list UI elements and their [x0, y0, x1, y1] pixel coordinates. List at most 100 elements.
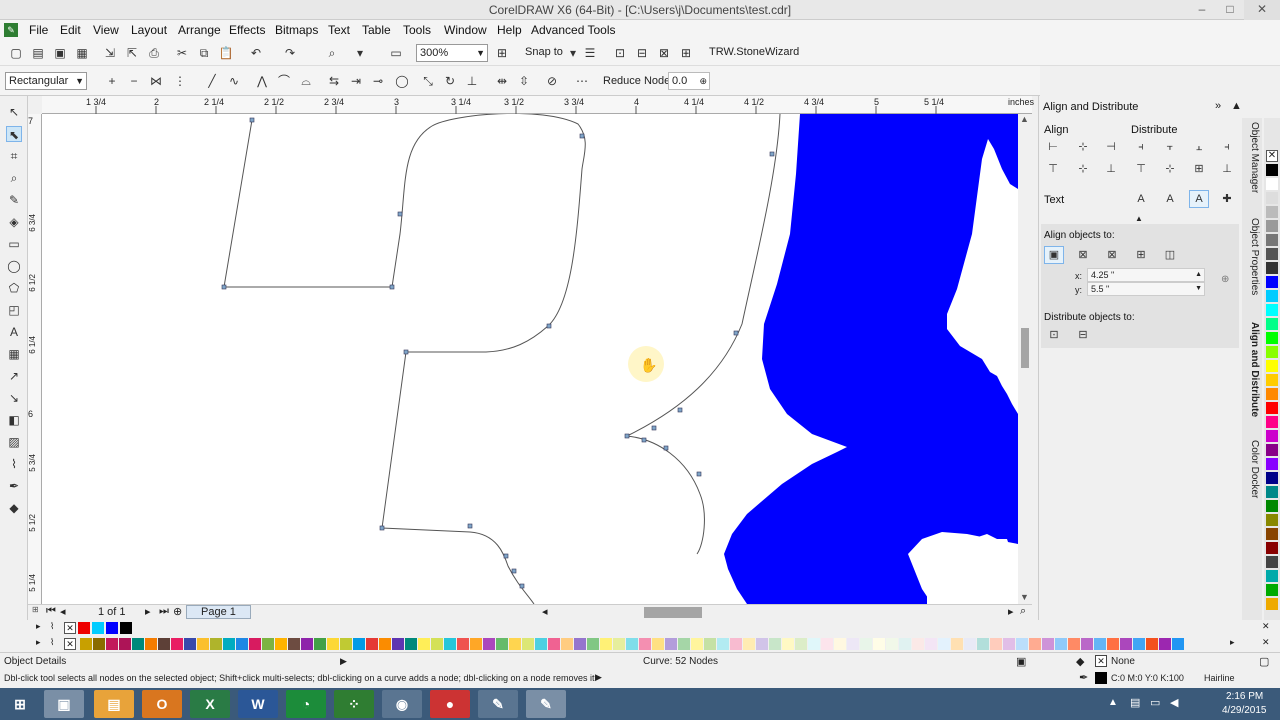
- text-last-baseline-icon[interactable]: A: [1160, 190, 1180, 208]
- effects-tool-icon[interactable]: ◧: [6, 412, 22, 428]
- smooth-node-icon[interactable]: ⌒: [276, 73, 292, 89]
- tab-object-properties[interactable]: Object Properties: [1244, 218, 1260, 295]
- curve-nodes[interactable]: [221, 117, 775, 589]
- color-swatch[interactable]: [78, 622, 90, 634]
- object-details-label[interactable]: Object Details: [4, 656, 66, 667]
- tab-align-and-distribute[interactable]: Align and Distribute: [1244, 322, 1260, 417]
- align-top-icon[interactable]: ⊤: [1043, 160, 1063, 178]
- plugin-icon-4[interactable]: ⊞: [678, 45, 694, 61]
- color-swatch[interactable]: [132, 638, 144, 650]
- x-coordinate-input[interactable]: 4.25 " ▲: [1087, 268, 1205, 282]
- color-swatch[interactable]: [743, 638, 755, 650]
- eyedropper-icon[interactable]: ⌇: [50, 637, 54, 648]
- color-swatch[interactable]: [288, 638, 300, 650]
- rectangle-tool-icon[interactable]: ▭: [6, 236, 22, 252]
- color-swatch[interactable]: [1029, 638, 1041, 650]
- align-bottom-icon[interactable]: ⊥: [1101, 160, 1121, 178]
- color-swatch[interactable]: [249, 638, 261, 650]
- cut-icon[interactable]: ✂: [174, 45, 190, 61]
- palette-arrow-icon[interactable]: ▸: [36, 621, 41, 632]
- fill-swatch[interactable]: ✕: [1095, 655, 1107, 667]
- color-swatch[interactable]: [717, 638, 729, 650]
- zoom-combo[interactable]: 300% ▼: [416, 44, 488, 62]
- align-nodes-icon[interactable]: ⊥: [464, 73, 480, 89]
- chevron-down-icon[interactable]: ▾: [565, 45, 581, 61]
- color-swatch[interactable]: [1266, 570, 1278, 582]
- hint-arrow-icon[interactable]: ▶: [595, 672, 602, 683]
- redo-icon[interactable]: ↷: [282, 45, 298, 61]
- dimension-tool-icon[interactable]: ↗: [6, 368, 22, 384]
- navigator-icon[interactable]: ⌕: [1020, 605, 1026, 618]
- volume-icon[interactable]: ◀: [1170, 696, 1178, 709]
- elastic-mode-icon[interactable]: ⊘: [544, 73, 560, 89]
- color-swatch[interactable]: [210, 638, 222, 650]
- undo-icon[interactable]: ↶: [248, 45, 264, 61]
- freehand-tool-icon[interactable]: ✎: [6, 192, 22, 208]
- color-swatch[interactable]: [990, 638, 1002, 650]
- text-outline-icon[interactable]: ✚: [1217, 190, 1237, 208]
- color-swatch[interactable]: [1172, 638, 1184, 650]
- menu-view[interactable]: View: [93, 23, 119, 37]
- color-swatch[interactable]: [1266, 276, 1278, 288]
- network-icon[interactable]: ▤: [1130, 696, 1140, 709]
- grid-icon[interactable]: ⊞: [1131, 246, 1151, 264]
- last-page-icon[interactable]: ⏭: [159, 605, 169, 618]
- next-page-icon[interactable]: ▸: [145, 605, 151, 618]
- color-swatch[interactable]: [1266, 500, 1278, 512]
- palette-scroll-right-icon[interactable]: ▸: [1230, 637, 1235, 648]
- menu-edit[interactable]: Edit: [60, 23, 81, 37]
- color-swatch[interactable]: [925, 638, 937, 650]
- reduce-nodes-button[interactable]: Reduce Nodes: [603, 75, 676, 87]
- drawing-surface[interactable]: ✋: [42, 114, 1018, 604]
- color-swatch[interactable]: [574, 638, 586, 650]
- color-swatch[interactable]: [1003, 638, 1015, 650]
- color-swatch[interactable]: [1266, 402, 1278, 414]
- battery-icon[interactable]: ▭: [1150, 696, 1160, 709]
- close-button[interactable]: ✕: [1244, 0, 1280, 20]
- horizontal-ruler[interactable]: 1 3/4 2 2 1/4 2 1/2 2 3/4 3 3 1/4 3 1/2 …: [42, 96, 1034, 114]
- color-swatch[interactable]: [1159, 638, 1171, 650]
- vertical-ruler[interactable]: 7 6 3/4 6 1/2 6 1/4 6 5 3/4 5 1/2 5 1/4: [28, 114, 42, 604]
- save-as-icon[interactable]: ▦: [74, 45, 90, 61]
- color-swatch[interactable]: [418, 638, 430, 650]
- color-swatch[interactable]: [1266, 192, 1278, 204]
- color-swatch[interactable]: [730, 638, 742, 650]
- paste-icon[interactable]: 📋: [218, 45, 234, 61]
- color-swatch[interactable]: [938, 638, 950, 650]
- color-swatch[interactable]: [691, 638, 703, 650]
- options-icon[interactable]: ☰: [582, 45, 598, 61]
- basic-shapes-tool-icon[interactable]: ◰: [6, 302, 22, 318]
- menu-tools[interactable]: Tools: [403, 23, 431, 37]
- outlook-icon[interactable]: O: [142, 690, 182, 718]
- join-nodes-icon[interactable]: ⋈: [148, 73, 164, 89]
- menu-arrange[interactable]: Arrange: [178, 23, 221, 37]
- extract-subpath-icon[interactable]: ⊸: [370, 73, 386, 89]
- color-swatch[interactable]: [496, 638, 508, 650]
- edit-fill-icon[interactable]: ▢: [1259, 655, 1269, 668]
- color-swatch[interactable]: [1146, 638, 1158, 650]
- color-swatch[interactable]: [1266, 178, 1278, 190]
- color-swatch[interactable]: [431, 638, 443, 650]
- color-swatch[interactable]: [236, 638, 248, 650]
- color-swatch[interactable]: [1266, 234, 1278, 246]
- color-swatch[interactable]: [626, 638, 638, 650]
- previous-page-icon[interactable]: ◂: [60, 605, 66, 618]
- polygon-tool-icon[interactable]: ⬠: [6, 280, 22, 296]
- color-swatch[interactable]: [405, 638, 417, 650]
- drawing-canvas[interactable]: ✋: [42, 114, 1018, 604]
- distribute-center-icon[interactable]: ⫟: [1160, 138, 1180, 156]
- color-swatch[interactable]: [1094, 638, 1106, 650]
- app-icon-dots[interactable]: ⁘: [334, 690, 374, 718]
- color-swatch[interactable]: [1266, 388, 1278, 400]
- y-coordinate-input[interactable]: 5.5 " ▼: [1087, 282, 1205, 296]
- page-extent-icon[interactable]: ⊟: [1073, 326, 1093, 344]
- selection-mode-combo[interactable]: Rectangular ▼: [5, 72, 87, 90]
- curve-outline[interactable]: [223, 114, 586, 604]
- open-icon[interactable]: ▤: [30, 45, 46, 61]
- file-folder-icon[interactable]: ▤: [94, 690, 134, 718]
- specified-point-icon[interactable]: ◫: [1160, 246, 1180, 264]
- color-swatch[interactable]: [1266, 206, 1278, 218]
- color-swatch[interactable]: [1016, 638, 1028, 650]
- coreldraw-taskbar-icon[interactable]: ✎: [526, 690, 566, 718]
- print-icon[interactable]: ⎙: [146, 45, 162, 61]
